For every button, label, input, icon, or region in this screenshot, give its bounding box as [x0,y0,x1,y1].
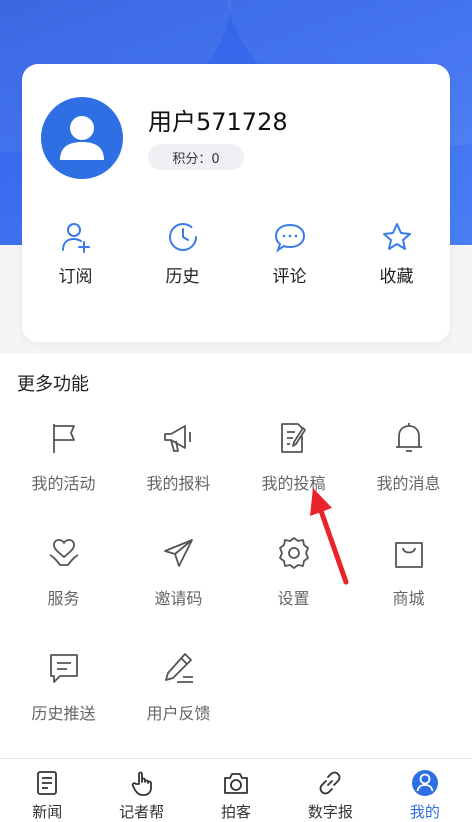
feature-my-submissions[interactable]: 我的投稿 [236,420,351,535]
tab-label: 数字报 [307,803,353,821]
tab-mine[interactable]: 我的 [378,759,472,822]
tab-news[interactable]: 新闻 [0,759,94,822]
feature-services[interactable]: 服务 [6,535,121,650]
feature-label: 我的投稿 [261,474,326,493]
feature-label: 用户反馈 [146,704,211,723]
edit-document-icon [280,423,306,453]
feature-my-tips[interactable]: 我的报料 [121,420,236,535]
quick-action-label: 收藏 [379,267,414,287]
hand-pointer-icon [131,771,152,796]
feature-invite-code[interactable]: 邀请码 [121,535,236,650]
feature-grid: 我的活动 我的报料 我的投稿 我的消息 服务 邀请码 设置 商城 历史推送 用户… [6,420,466,765]
feature-label: 邀请码 [154,589,203,608]
user-avatar-icon [60,116,104,160]
quick-action-label: 订阅 [58,267,93,287]
tab-digital-paper[interactable]: 数字报 [283,759,377,822]
tab-label: 记者帮 [119,803,165,821]
feature-settings[interactable]: 设置 [236,535,351,650]
avatar[interactable] [41,97,123,179]
star-icon [382,223,411,250]
quick-action-comment[interactable]: 评论 [236,220,343,290]
tab-photo[interactable]: 拍客 [189,759,283,822]
camera-icon [224,773,248,794]
feature-label: 我的报料 [146,474,211,493]
gear-icon [278,537,309,569]
quick-action-subscribe[interactable]: 订阅 [22,220,129,290]
feature-label: 商城 [392,589,425,608]
more-features-section: 更多功能 我的活动 我的报料 我的投稿 我的消息 服务 邀请码 设置 商城 历史… [0,354,472,758]
section-title: 更多功能 [17,374,89,395]
megaphone-icon [163,425,191,452]
bell-icon [395,423,422,452]
news-icon [37,771,58,795]
profile-icon [411,770,438,796]
feature-label: 设置 [277,589,310,608]
tab-label: 新闻 [32,803,63,821]
bottom-tab-bar: 新闻 记者帮 拍客 数字报 我的 [0,758,472,822]
shopping-bag-icon [394,542,423,568]
tab-label: 我的 [409,803,440,821]
quick-action-label: 历史 [165,267,200,287]
feature-label: 我的消息 [376,474,441,493]
quick-action-history[interactable]: 历史 [129,220,236,290]
points-badge[interactable]: 积分：0 [148,144,244,170]
feature-label: 我的活动 [31,474,96,493]
user-add-icon [61,223,90,253]
send-icon [163,539,193,567]
quick-action-favorites[interactable]: 收藏 [343,220,450,290]
flag-icon [52,424,75,453]
feature-label: 服务 [47,589,80,608]
comment-icon [274,223,305,253]
feature-mall[interactable]: 商城 [351,535,466,650]
quick-actions: 订阅 历史 评论 收藏 [22,220,450,290]
heart-hand-icon [49,539,78,566]
username: 用户571728 [148,108,288,136]
profile-card: 用户571728 积分：0 订阅 历史 评论 收藏 [22,64,450,342]
tab-reporter-help[interactable]: 记者帮 [94,759,188,822]
feature-my-messages[interactable]: 我的消息 [351,420,466,535]
feature-my-activities[interactable]: 我的活动 [6,420,121,535]
clock-icon [168,223,197,251]
pencil-icon [164,653,193,683]
feature-user-feedback[interactable]: 用户反馈 [121,650,236,765]
feature-label: 历史推送 [31,704,96,723]
message-icon [49,654,78,683]
link-icon [320,771,341,795]
tab-label: 拍客 [221,803,252,821]
feature-push-history[interactable]: 历史推送 [6,650,121,765]
quick-action-label: 评论 [272,267,307,287]
